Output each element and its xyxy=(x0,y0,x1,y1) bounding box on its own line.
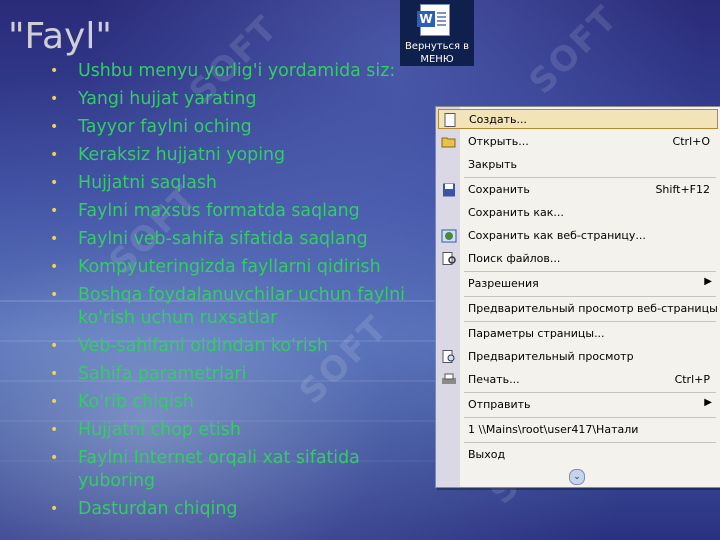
bullet-marker: • xyxy=(50,119,59,135)
menu-separator xyxy=(464,321,716,322)
bullet-marker: • xyxy=(50,203,59,219)
menu-item-save-as[interactable]: Сохранить как... xyxy=(438,203,718,223)
bullet-text: Faylni Internet orqali xat sifatida yubo… xyxy=(78,448,360,491)
bullet-item: • Faylni maxsus formatda saqlang xyxy=(46,200,436,223)
bullet-marker: • xyxy=(50,231,59,247)
bullet-text: Hujjatni chop etish xyxy=(78,420,241,440)
bullet-marker: • xyxy=(50,422,59,438)
bullet-item: • Yangi hujjat yarating xyxy=(46,88,436,111)
menu-item-page-setup[interactable]: Параметры страницы... xyxy=(438,324,718,344)
menu-item-send-to[interactable]: Отправить ▶ xyxy=(438,395,718,415)
open-folder-icon xyxy=(441,135,457,149)
bullet-marker: • xyxy=(50,287,59,303)
save-disk-icon xyxy=(441,183,457,197)
print-preview-icon xyxy=(441,350,457,364)
bullet-item: • Tayyor faylni oching xyxy=(46,116,436,139)
bullet-marker: • xyxy=(50,501,59,517)
menu-item-exit[interactable]: Выход xyxy=(438,445,718,465)
submenu-arrow-icon: ▶ xyxy=(704,397,712,408)
menu-separator xyxy=(464,392,716,393)
watermark: SOFT xyxy=(521,0,627,103)
web-page-icon xyxy=(441,229,457,243)
bullet-text: Dasturdan chiqing xyxy=(78,499,238,519)
menu-item-file-search[interactable]: Поиск файлов... xyxy=(438,249,718,269)
menu-separator xyxy=(464,417,716,418)
bullet-list: • Ushbu menyu yorlig'i yordamida siz: • Yan… xyxy=(46,60,436,526)
menu-item-save-as-web-page[interactable]: Сохранить как веб-страницу... xyxy=(438,226,718,246)
menu-item-save[interactable]: Сохранить Shift+F12 xyxy=(438,180,718,200)
bullet-item: • Ko'rib chiqish xyxy=(46,391,436,414)
menu-separator xyxy=(464,296,716,297)
bullet-text: Faylni veb-sahifa sifatida saqlang xyxy=(78,229,368,249)
file-menu: Создать... Открыть... Ctrl+O Закрыть Сох… xyxy=(435,106,720,488)
bullet-text: Ko'rib chiqish xyxy=(78,392,194,412)
slide-background: SOFT SOFT SOFT SOFT SOFT SOFT "Fayl" •Us… xyxy=(0,0,720,540)
bullet-marker: • xyxy=(50,338,59,354)
new-document-icon xyxy=(442,113,458,127)
submenu-arrow-icon: ▶ xyxy=(704,276,712,287)
menu-separator xyxy=(464,271,716,272)
bullet-marker: • xyxy=(50,259,59,275)
bullet-text: Veb-sahifani oldindan ko'rish xyxy=(78,336,328,356)
bullet-text: Sahifa parametrlari xyxy=(78,364,247,384)
bullet-marker: • xyxy=(50,63,59,79)
menu-item-web-page-preview[interactable]: Предварительный просмотр веб-страницы xyxy=(438,299,718,319)
bullet-text: Keraksiz hujjatni yoping xyxy=(78,145,286,165)
bullet-marker: • xyxy=(50,394,59,410)
bullet-item: • Keraksiz hujjatni yoping xyxy=(46,144,436,167)
bullet-text: Boshqa foydalanuvchilar uchun faylni ko'… xyxy=(78,285,405,328)
bullet-text: Hujjatni saqlash xyxy=(78,173,217,193)
bullet-item: • Boshqa foydalanuvchilar uchun faylni ko… xyxy=(46,284,436,330)
bullet-item: • Kompyuteringizda fayllarni qidirish xyxy=(46,256,436,279)
bullet-item: • Sahifa parametrlari xyxy=(46,363,436,386)
bullet-item: • Veb-sahifani oldindan ko'rish xyxy=(46,335,436,358)
menu-item-close[interactable]: Закрыть xyxy=(438,155,718,175)
bullet-marker: • xyxy=(50,147,59,163)
bullet-item: • Faylni Internet orqali xat sifatida yub… xyxy=(46,447,436,493)
slide-title: "Fayl" xyxy=(8,16,112,57)
return-to-menu-button[interactable]: W Вернуться в МЕНЮ xyxy=(400,0,474,66)
bullet-text: Tayyor faylni oching xyxy=(78,117,252,137)
menu-separator xyxy=(464,442,716,443)
bullet-marker: • xyxy=(50,91,59,107)
menu-item-print[interactable]: Печать... Ctrl+P xyxy=(438,370,718,390)
bullet-marker: • xyxy=(50,175,59,191)
bullet-marker: • xyxy=(50,366,59,382)
bullet-text: Kompyuteringizda fayllarni qidirish xyxy=(78,257,381,277)
bullet-item: • Dasturdan chiqing xyxy=(46,498,436,521)
bullet-item: • Hujjatni saqlash xyxy=(46,172,436,195)
bullet-item: • Faylni veb-sahifa sifatida saqlang xyxy=(46,228,436,251)
bullet-text: Faylni maxsus formatda saqlang xyxy=(78,201,360,221)
menu-item-recent-file[interactable]: 1 \\Mains\root\user417\Натали xyxy=(438,420,718,440)
bullet-item: • Ushbu menyu yorlig'i yordamida siz: xyxy=(46,60,436,83)
bullet-marker: • xyxy=(50,450,59,466)
file-search-icon xyxy=(441,252,457,266)
printer-icon xyxy=(441,373,457,387)
menu-item-print-preview[interactable]: Предварительный просмотр xyxy=(438,347,718,367)
menu-separator xyxy=(464,177,716,178)
bullet-text: Ushbu menyu yorlig'i yordamida siz: xyxy=(78,61,396,81)
menu-item-permissions[interactable]: Разрешения ▶ xyxy=(438,274,718,294)
return-to-menu-label: Вернуться в МЕНЮ xyxy=(404,41,470,65)
bullet-text: Yangi hujjat yarating xyxy=(78,89,257,109)
expand-menu-chevron-icon[interactable]: ⌄ xyxy=(569,469,585,485)
menu-item-open[interactable]: Открыть... Ctrl+O xyxy=(438,132,718,152)
word-document-icon: W xyxy=(417,4,450,36)
bullet-item: • Hujjatni chop etish xyxy=(46,419,436,442)
menu-item-new[interactable]: Создать... xyxy=(438,109,718,129)
